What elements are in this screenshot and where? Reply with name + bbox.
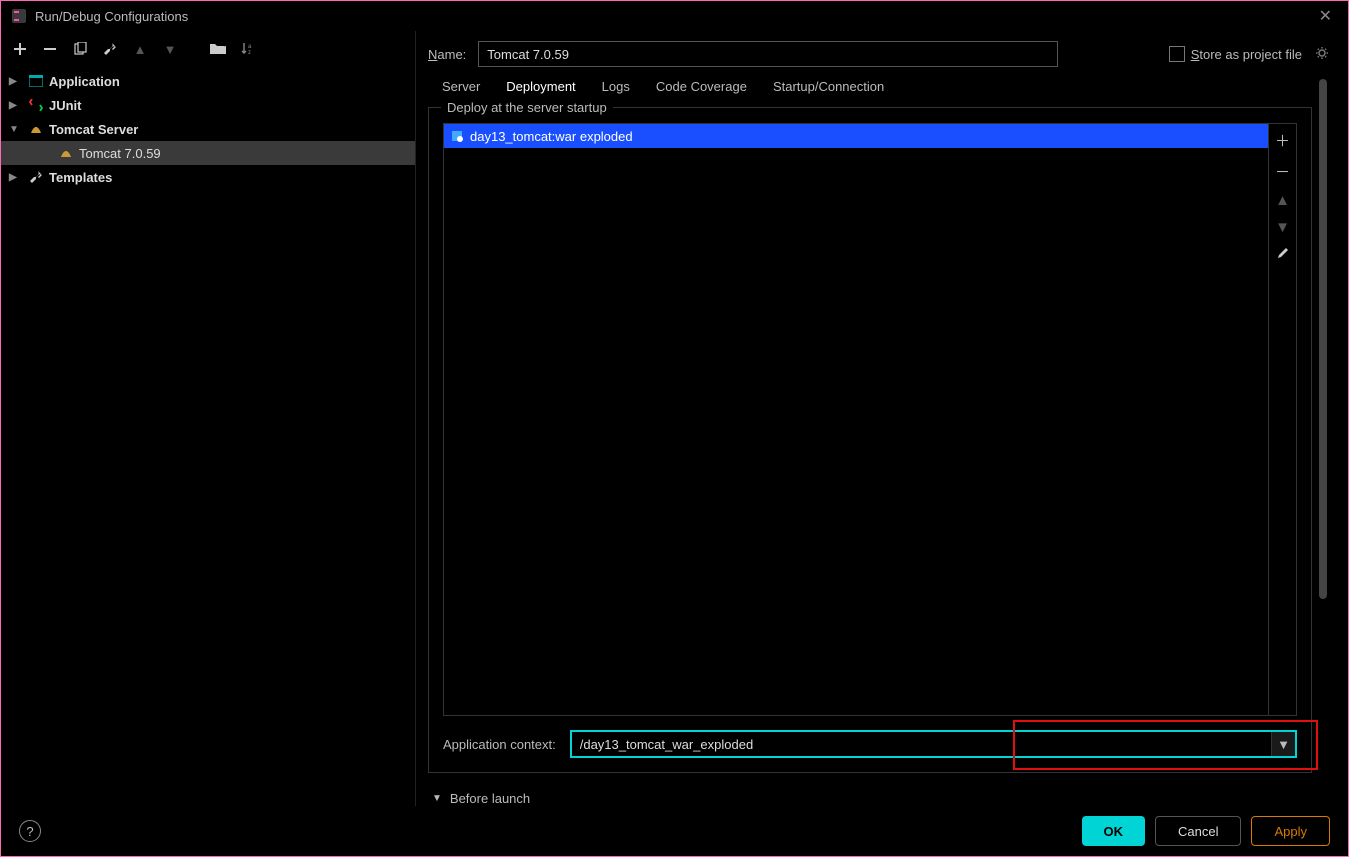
wrench-icon	[27, 170, 45, 184]
cancel-button[interactable]: Cancel	[1155, 816, 1241, 846]
artifact-row[interactable]: day13_tomcat:war exploded	[444, 124, 1268, 148]
tree-item-junit[interactable]: ▶ JUnit	[1, 93, 415, 117]
deployment-panel: Deploy at the server startup day13_tomca…	[428, 107, 1312, 773]
help-button[interactable]: ?	[19, 820, 41, 842]
add-icon[interactable]: ＋	[1275, 130, 1290, 151]
chevron-down-icon: ▼	[432, 793, 442, 804]
chevron-right-icon: ▶	[9, 172, 23, 183]
svg-text:+: +	[222, 42, 226, 49]
application-context-combo[interactable]: ▼	[570, 730, 1297, 758]
intellij-icon	[11, 8, 27, 24]
tomcat-icon	[27, 123, 45, 135]
tree-label: Application	[49, 74, 120, 89]
tree-label: Tomcat 7.0.59	[79, 146, 161, 161]
ok-button[interactable]: OK	[1082, 816, 1146, 846]
config-tree: ▶ Application ▶ JUnit ▼ Tomcat Server To…	[1, 67, 415, 806]
tree-item-application[interactable]: ▶ Application	[1, 69, 415, 93]
name-row: Name: Store as project file	[428, 41, 1330, 67]
deploy-title: Deploy at the server startup	[441, 100, 613, 115]
store-as-project-file[interactable]: Store as project file	[1169, 45, 1330, 64]
move-up-icon[interactable]: ▲	[129, 38, 151, 60]
before-launch-label: Before launch	[450, 791, 530, 806]
svg-text:z: z	[248, 50, 251, 56]
sidebar: ▲ ▼ + az ▶ Application ▶ JUnit ▼	[1, 31, 416, 806]
chevron-down-icon[interactable]: ▼	[1271, 732, 1295, 756]
tree-label: Tomcat Server	[49, 122, 138, 137]
artifact-list[interactable]: day13_tomcat:war exploded	[443, 123, 1269, 716]
chevron-down-icon: ▼	[9, 124, 23, 135]
name-label: Name:	[428, 47, 466, 62]
dialog-footer: ? OK Cancel Apply	[1, 806, 1348, 856]
tree-item-tomcat-7059[interactable]: Tomcat 7.0.59	[1, 141, 415, 165]
close-icon[interactable]: ✕	[1313, 6, 1338, 26]
tab-startup-connection[interactable]: Startup/Connection	[773, 79, 884, 107]
chevron-right-icon: ▶	[9, 100, 23, 111]
folder-icon[interactable]: +	[207, 38, 229, 60]
chevron-right-icon: ▶	[9, 76, 23, 87]
tree-label: Templates	[49, 170, 112, 185]
tree-item-tomcat-server[interactable]: ▼ Tomcat Server	[1, 117, 415, 141]
gear-icon[interactable]	[1314, 45, 1330, 64]
artifact-label: day13_tomcat:war exploded	[470, 129, 633, 144]
copy-icon[interactable]	[69, 38, 91, 60]
junit-icon	[27, 99, 45, 111]
config-editor: Name: Store as project file Server Deplo…	[416, 31, 1348, 806]
store-label: Store as project file	[1191, 47, 1302, 62]
move-down-icon[interactable]: ▼	[1275, 219, 1290, 236]
tree-item-templates[interactable]: ▶ Templates	[1, 165, 415, 189]
application-icon	[27, 75, 45, 87]
move-down-icon[interactable]: ▼	[159, 38, 181, 60]
remove-icon[interactable]	[39, 38, 61, 60]
sidebar-toolbar: ▲ ▼ + az	[1, 31, 415, 67]
wrench-icon[interactable]	[99, 38, 121, 60]
application-context-input[interactable]	[572, 732, 1271, 756]
name-input[interactable]	[478, 41, 1058, 67]
vertical-scrollbar[interactable]	[1316, 79, 1330, 806]
sort-icon[interactable]: az	[237, 38, 259, 60]
artifact-toolbar: ＋ － ▲ ▼	[1269, 123, 1297, 716]
window-title: Run/Debug Configurations	[35, 9, 1313, 24]
titlebar: Run/Debug Configurations ✕	[1, 1, 1348, 31]
move-up-icon[interactable]: ▲	[1275, 192, 1290, 209]
artifact-icon	[450, 129, 464, 143]
before-launch-section[interactable]: ▼ Before launch	[428, 791, 1312, 806]
tab-code-coverage[interactable]: Code Coverage	[656, 79, 747, 107]
edit-icon[interactable]	[1276, 246, 1290, 264]
application-context-row: Application context: ▼	[443, 730, 1297, 758]
add-icon[interactable]	[9, 38, 31, 60]
apply-button[interactable]: Apply	[1251, 816, 1330, 846]
checkbox-icon[interactable]	[1169, 46, 1185, 62]
scrollbar-thumb[interactable]	[1319, 79, 1327, 599]
remove-icon[interactable]: －	[1275, 161, 1290, 182]
tomcat-icon	[57, 147, 75, 159]
application-context-label: Application context:	[443, 737, 556, 752]
tree-label: JUnit	[49, 98, 82, 113]
